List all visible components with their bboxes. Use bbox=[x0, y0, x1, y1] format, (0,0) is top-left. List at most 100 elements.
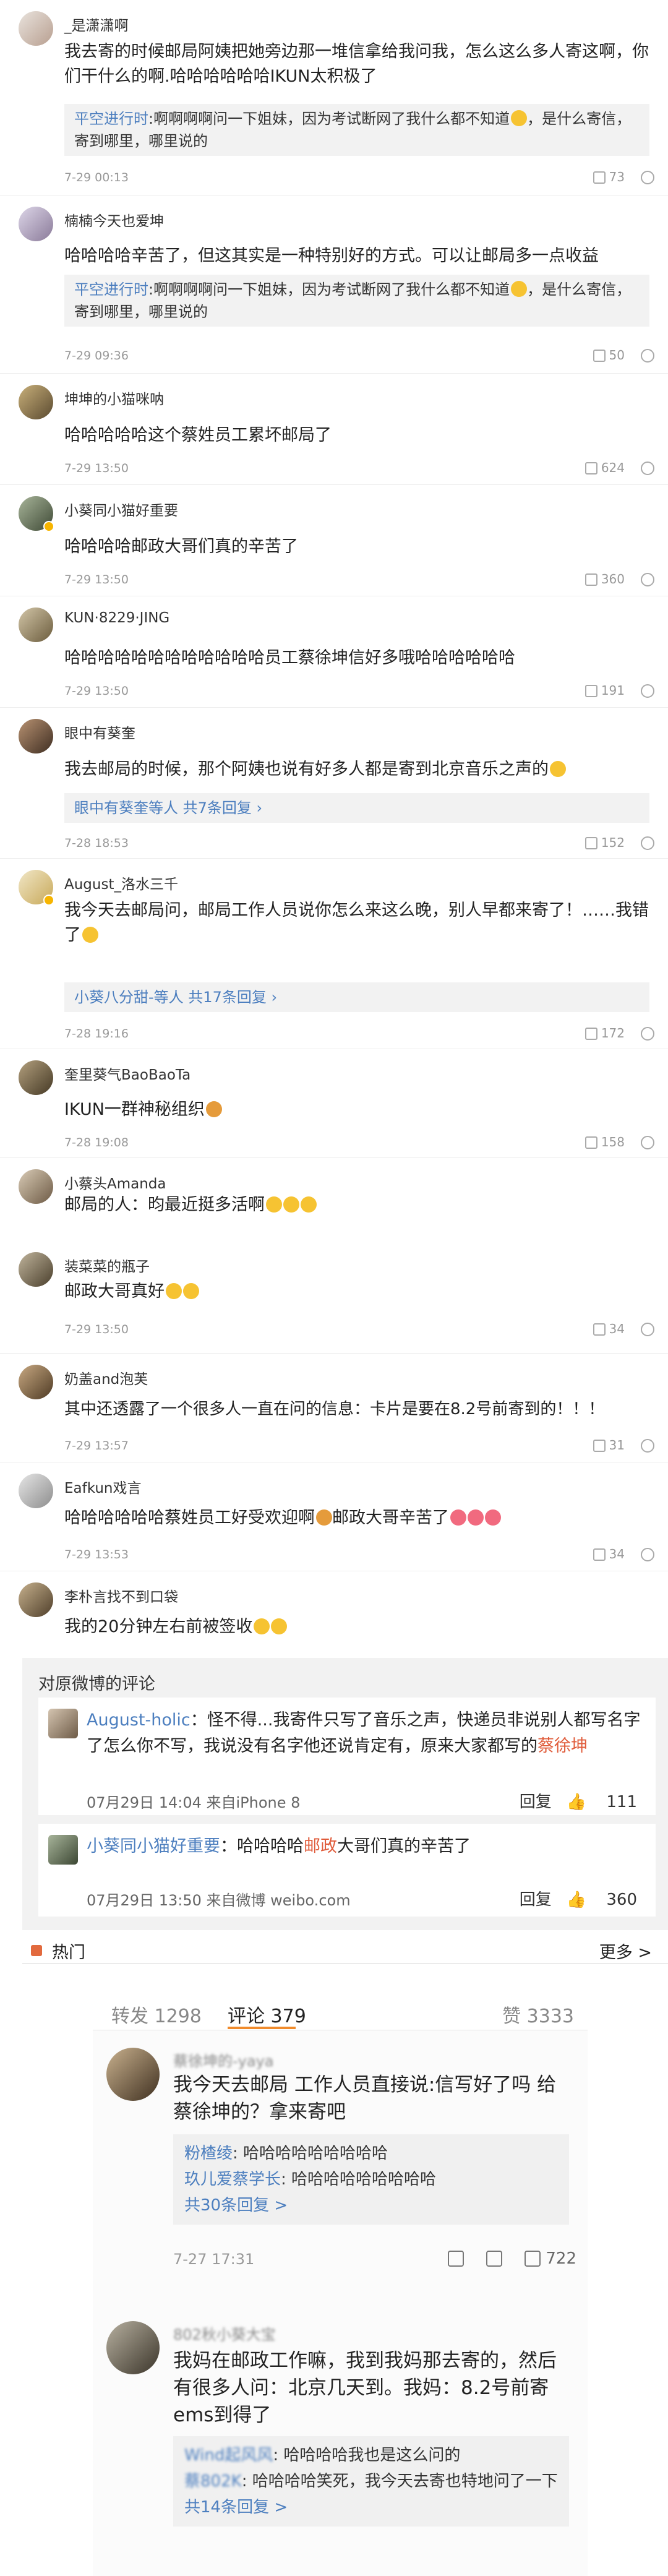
like-button[interactable]: 624 bbox=[584, 460, 625, 475]
comment-text: 哈哈哈哈辛苦了，但这其实是一种特别好的方式。可以让邮局多一点收益 bbox=[64, 246, 599, 265]
comment-text-body: IKUN一群神秘组织 bbox=[64, 1100, 205, 1119]
reply-author[interactable]: 玖儿爱蔡学长 bbox=[184, 2170, 281, 2189]
comment-text: 我妈在邮政工作嘛，我到我妈那去寄的，然后有很多人问：北京几天到。我妈：8.2号前… bbox=[173, 2350, 557, 2426]
like-button[interactable]: 👍 360 bbox=[567, 1891, 637, 1909]
avatar[interactable] bbox=[19, 1365, 53, 1399]
comment-time: 7-29 13:50 bbox=[64, 1323, 129, 1336]
like-button[interactable]: 34 bbox=[593, 1547, 625, 1561]
comment-reply-box[interactable]: 平空进行时:啊啊啊啊问一下姐妹，因为考试断网了我什么都不知道 ，是什么寄信，寄到哪… bbox=[64, 275, 649, 327]
comment-author[interactable]: 奶盖and泡芙 bbox=[64, 1367, 148, 1388]
reply-author[interactable]: 平空进行时 bbox=[74, 281, 148, 298]
comment-author[interactable]: 装菜菜的瓶子 bbox=[64, 1255, 150, 1276]
comment-author[interactable]: 802秋小葵大宝 bbox=[173, 2322, 276, 2344]
sub-reply-author[interactable]: 眼中有葵奎 bbox=[74, 799, 148, 817]
avatar[interactable] bbox=[19, 1582, 53, 1617]
comment-author[interactable]: KUN·8229·JING bbox=[64, 610, 169, 626]
avatar[interactable] bbox=[106, 2048, 160, 2101]
sub-reply-author[interactable]: 小葵八分甜- bbox=[74, 989, 154, 1006]
avatar[interactable] bbox=[48, 1835, 78, 1865]
comment-author[interactable]: August-holic bbox=[87, 1711, 191, 1730]
comment-author[interactable]: 眼中有葵奎 bbox=[64, 721, 135, 742]
sub-replies-link[interactable]: 眼中有葵奎等人 共7条回复 › bbox=[64, 793, 649, 823]
comment-reply-box[interactable]: 粉楂绫: 哈哈哈哈哈哈哈哈哈 玖儿爱蔡学长: 哈哈哈哈哈哈哈哈哈 共30条回复 … bbox=[173, 2134, 569, 2225]
comment-author[interactable]: 坤坤的小猫咪呐 bbox=[64, 387, 164, 408]
avatar[interactable] bbox=[48, 1709, 78, 1738]
avatar[interactable] bbox=[19, 1169, 53, 1204]
comment-author[interactable]: 李朴言找不到口袋 bbox=[64, 1585, 178, 1606]
sub-reply-more[interactable]: 等人 共7条回复 bbox=[148, 799, 252, 817]
more-options-icon[interactable] bbox=[641, 573, 654, 586]
reply-author[interactable]: Wind起风风 bbox=[184, 2446, 273, 2465]
more-options-icon[interactable] bbox=[641, 1548, 654, 1561]
comment-item: Eafkun戏言 哈哈哈哈哈哈蔡姓员工好受欢迎啊 邮政大哥辛苦了 7-29 13:… bbox=[0, 1462, 668, 1571]
more-options-icon[interactable] bbox=[641, 462, 654, 475]
avatar[interactable] bbox=[19, 1474, 53, 1508]
reply-text: : 哈哈哈哈笑死，我今天去寄也特地问了一下 bbox=[241, 2472, 558, 2491]
avatar[interactable] bbox=[19, 719, 53, 753]
comment-author[interactable]: Eafkun戏言 bbox=[64, 1476, 142, 1497]
tab-comment[interactable]: 评论 379 bbox=[228, 2001, 306, 2028]
more-link[interactable]: 更多 > bbox=[599, 1939, 652, 1963]
avatar[interactable] bbox=[19, 1060, 53, 1095]
comment-time: 7-28 19:16 bbox=[64, 1027, 129, 1041]
comment-item: 李朴言找不到口袋 我的20分钟左右前被签收 bbox=[0, 1571, 668, 1658]
hot-section-header: 热门 更多 > bbox=[22, 1936, 668, 1964]
comment-author[interactable]: _是潇潇啊 bbox=[64, 14, 129, 35]
reply-button[interactable]: 回复 bbox=[520, 1793, 552, 1811]
comment-author[interactable]: 小蔡头Amanda bbox=[64, 1172, 166, 1193]
more-options-icon[interactable] bbox=[641, 836, 654, 850]
more-options-icon[interactable] bbox=[641, 684, 654, 698]
screenshot-collage: _是潇潇啊 我去寄的时候邮局阿姨把她旁边那一堆信拿给我问我，怎么这么多人寄这啊，… bbox=[0, 0, 668, 2576]
comment-author[interactable]: 蔡徐坤的-yaya bbox=[173, 2049, 273, 2071]
avatar[interactable] bbox=[106, 2321, 160, 2374]
like-button[interactable]: 172 bbox=[584, 1026, 625, 1041]
like-button[interactable]: 152 bbox=[584, 835, 625, 850]
avatar[interactable] bbox=[19, 207, 53, 241]
more-options-icon[interactable] bbox=[641, 1439, 654, 1453]
avatar[interactable] bbox=[19, 1252, 53, 1287]
hot-icon bbox=[31, 1945, 42, 1956]
comment-author[interactable]: 小葵同小猫好重要 bbox=[64, 499, 178, 520]
comment-author[interactable]: 奎里葵气BaoBaoTa bbox=[64, 1063, 191, 1084]
comment-reply-box[interactable]: Wind起风风: 哈哈哈哈我也是这么问的 蔡802K: 哈哈哈哈笑死，我今天去寄… bbox=[173, 2436, 569, 2527]
thumbs-up-icon bbox=[584, 1136, 597, 1149]
like-button[interactable]: 50 bbox=[593, 348, 625, 363]
comment-reply-box[interactable]: 平空进行时:啊啊啊啊问一下姐妹，因为考试断网了我什么都不知道 ，是什么寄信，寄到哪… bbox=[64, 104, 649, 156]
avatar[interactable] bbox=[19, 11, 53, 46]
avatar[interactable] bbox=[19, 385, 53, 419]
more-replies-link[interactable]: 共14条回复 > bbox=[184, 2494, 558, 2520]
more-replies-link[interactable]: 共30条回复 > bbox=[184, 2192, 558, 2218]
like-button[interactable]: 73 bbox=[593, 170, 625, 184]
thumbs-up-icon[interactable] bbox=[525, 2251, 541, 2267]
reply-author[interactable]: 粉楂绫 bbox=[184, 2144, 233, 2163]
like-button[interactable]: 191 bbox=[584, 683, 625, 698]
tab-like[interactable]: 赞 3333 bbox=[502, 2001, 574, 2028]
more-options-icon[interactable] bbox=[641, 1027, 654, 1041]
like-button[interactable]: 31 bbox=[593, 1438, 625, 1453]
more-options-icon[interactable] bbox=[641, 349, 654, 363]
reply-author[interactable]: 平空进行时 bbox=[74, 110, 148, 127]
like-count: 172 bbox=[601, 1026, 625, 1041]
avatar[interactable] bbox=[19, 608, 53, 642]
reply-button[interactable]: 回复 bbox=[520, 1891, 552, 1909]
highlighted-keyword[interactable]: 邮政 bbox=[304, 1837, 337, 1856]
sub-replies-link[interactable]: 小葵八分甜-等人 共17条回复 › bbox=[64, 982, 649, 1012]
more-options-icon[interactable] bbox=[641, 171, 654, 184]
reply-author[interactable]: 蔡802K bbox=[184, 2472, 242, 2491]
highlighted-keyword[interactable]: 蔡徐坤 bbox=[537, 1737, 588, 1756]
like-button[interactable]: 34 bbox=[593, 1321, 625, 1336]
comment-author[interactable]: August_洛水三千 bbox=[64, 872, 178, 893]
reply-text: 啊啊啊啊问一下姐妹，因为考试断网了我什么都不知道 bbox=[153, 281, 510, 298]
comment-author[interactable]: 楠楠今天也爱坤 bbox=[64, 209, 164, 230]
comment-author[interactable]: 小葵同小猫好重要 bbox=[87, 1837, 220, 1856]
share-icon[interactable] bbox=[448, 2251, 465, 2267]
more-options-icon[interactable] bbox=[641, 1136, 654, 1149]
sub-reply-more[interactable]: 等人 共17条回复 bbox=[154, 989, 267, 1006]
more-options-icon[interactable] bbox=[641, 1323, 654, 1336]
like-button[interactable]: 158 bbox=[584, 1135, 625, 1149]
like-button[interactable]: 360 bbox=[584, 572, 625, 586]
tab-repost[interactable]: 转发 1298 bbox=[111, 2001, 202, 2028]
comment-icon[interactable] bbox=[486, 2251, 503, 2267]
thumbs-up-icon bbox=[584, 1028, 597, 1040]
like-button[interactable]: 👍 111 bbox=[567, 1793, 637, 1811]
